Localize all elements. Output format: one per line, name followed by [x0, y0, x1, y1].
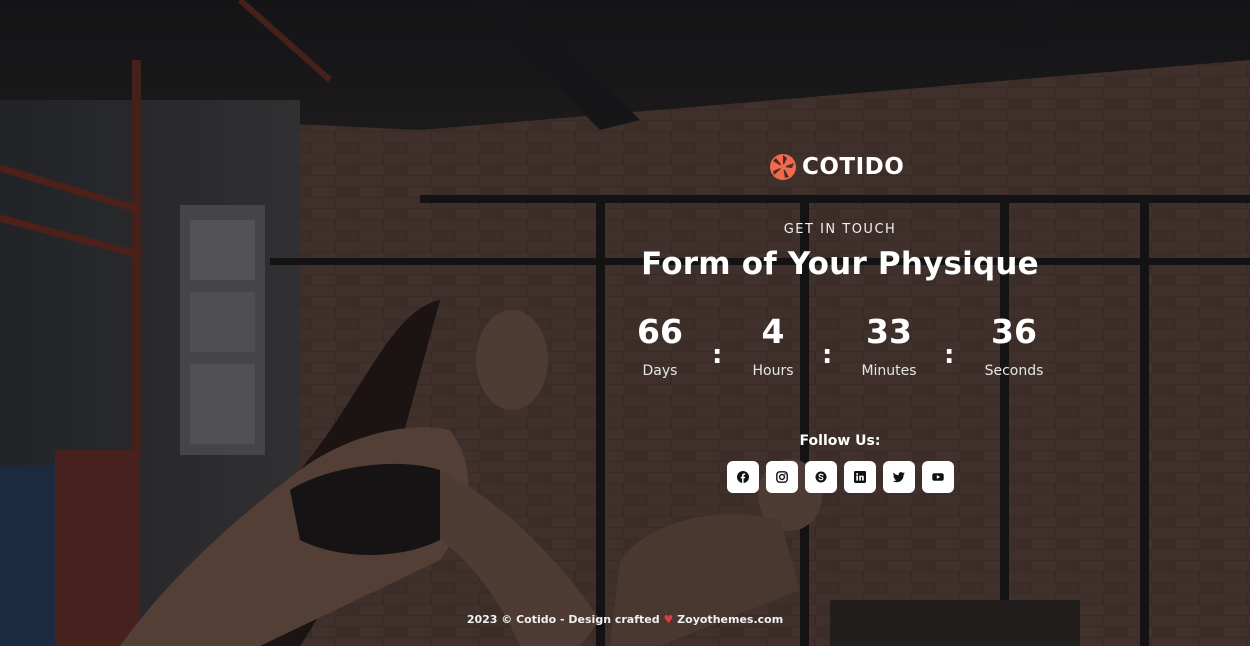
- skype-button[interactable]: [805, 461, 837, 493]
- countdown-seconds: 36 Seconds: [964, 312, 1064, 379]
- brand-logo[interactable]: COTIDO: [770, 154, 904, 180]
- twitter-button[interactable]: [883, 461, 915, 493]
- countdown-minutes-value: 33: [866, 312, 912, 351]
- youtube-button[interactable]: [922, 461, 954, 493]
- countdown-days: 66 Days: [610, 312, 710, 379]
- countdown-hours-label: Hours: [752, 363, 794, 379]
- countdown-days-value: 66: [637, 312, 683, 351]
- footer-copyright-text: 2023 © Cotido - Design crafted: [466, 613, 660, 626]
- heart-icon: ♥: [663, 613, 674, 626]
- instagram-icon: [776, 471, 788, 483]
- countdown-timer: 66 Days : 4 Hours : 33 Minutes : 36 Seco…: [610, 312, 1070, 392]
- social-links: [727, 461, 954, 493]
- brand-name: COTIDO: [802, 154, 905, 180]
- countdown-separator: :: [944, 340, 955, 370]
- twitter-icon: [893, 472, 905, 483]
- countdown-minutes: 33 Minutes: [839, 312, 939, 379]
- youtube-icon: [932, 473, 944, 481]
- aperture-logo-icon: [770, 154, 796, 180]
- main-content: COTIDO GET IN TOUCH Form of Your Physiqu…: [610, 0, 1070, 646]
- countdown-seconds-value: 36: [991, 312, 1037, 351]
- linkedin-button[interactable]: [844, 461, 876, 493]
- countdown-days-label: Days: [642, 363, 678, 379]
- countdown-seconds-label: Seconds: [984, 363, 1044, 379]
- footer-author-link[interactable]: Zoyothemes.com: [677, 613, 783, 626]
- follow-us-heading: Follow Us:: [799, 433, 881, 449]
- section-eyebrow: GET IN TOUCH: [783, 222, 897, 237]
- countdown-separator: :: [712, 340, 723, 370]
- page-title: Form of Your Physique: [641, 246, 1039, 282]
- facebook-button[interactable]: [727, 461, 759, 493]
- skype-icon: [815, 471, 827, 483]
- instagram-button[interactable]: [766, 461, 798, 493]
- countdown-hours-value: 4: [761, 312, 785, 351]
- countdown-minutes-label: Minutes: [861, 363, 917, 379]
- coming-soon-page: COTIDO GET IN TOUCH Form of Your Physiqu…: [0, 0, 1250, 646]
- footer-copyright: 2023 © Cotido - Design crafted ♥ Zoyothe…: [0, 613, 1250, 626]
- countdown-hours: 4 Hours: [723, 312, 823, 379]
- facebook-icon: [737, 471, 749, 483]
- countdown-separator: :: [822, 340, 833, 370]
- linkedin-icon: [854, 471, 866, 483]
